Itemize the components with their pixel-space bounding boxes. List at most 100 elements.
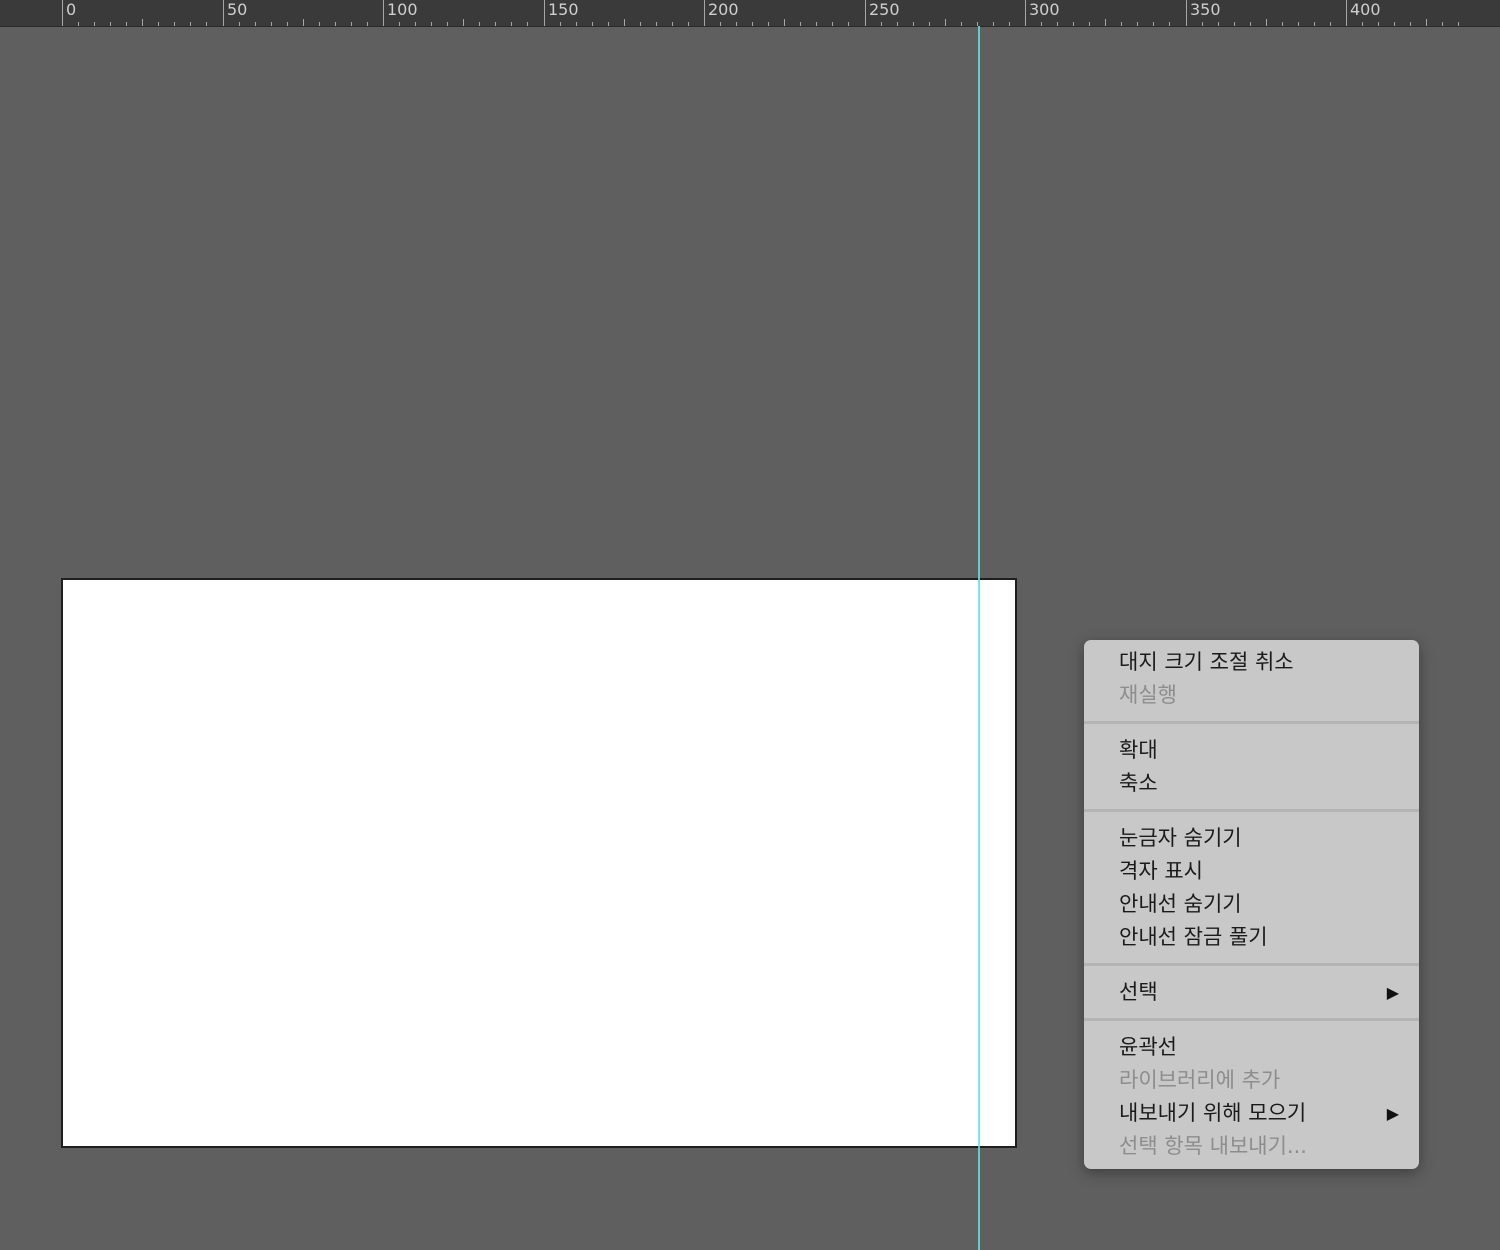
ruler-tick	[319, 22, 320, 26]
ruler-tick	[608, 22, 609, 26]
ruler-label: 300	[1029, 0, 1060, 19]
ruler-tick	[1218, 22, 1219, 26]
ruler-tick	[913, 22, 914, 26]
menu-item-export-selection[interactable]: 선택 항목 내보내기...	[1084, 1130, 1419, 1163]
ruler-tick	[479, 22, 480, 26]
menu-item-hide-guides[interactable]: 안내선 숨기기	[1084, 888, 1419, 921]
ruler-tick	[335, 22, 336, 26]
ruler-tick	[1025, 0, 1026, 26]
ruler-tick	[784, 19, 785, 26]
ruler-tick	[961, 22, 962, 26]
menu-separator	[1084, 963, 1419, 966]
ruler-tick	[640, 22, 641, 26]
menu-item-redo[interactable]: 재실행	[1084, 679, 1419, 712]
ruler-tick	[736, 22, 737, 26]
ruler-tick	[945, 19, 946, 26]
ruler-tick	[720, 22, 721, 26]
ruler-tick	[223, 0, 224, 26]
context-menu: 대지 크기 조절 취소 재실행 확대 축소 눈금자 숨기기 격자 표시 안내선 …	[1084, 640, 1419, 1169]
ruler-tick	[190, 22, 191, 26]
ruler-tick	[1410, 22, 1411, 26]
ruler-label: 400	[1350, 0, 1381, 19]
ruler-label: 150	[548, 0, 579, 19]
ruler-tick	[1186, 0, 1187, 26]
ruler-tick	[287, 22, 288, 26]
ruler-label: 250	[869, 0, 900, 19]
ruler-tick	[832, 22, 833, 26]
ruler-tick	[1314, 22, 1315, 26]
ruler-label: 350	[1190, 0, 1221, 19]
ruler-tick	[672, 22, 673, 26]
ruler-label: 100	[387, 0, 418, 19]
ruler-tick	[544, 0, 545, 26]
ruler-tick	[174, 22, 175, 26]
ruler-tick	[1169, 22, 1170, 26]
horizontal-ruler[interactable]: 0 50 100 150 200 250 300 350 400	[0, 0, 1500, 27]
ruler-tick	[431, 22, 432, 26]
submenu-arrow-icon: ▶	[1386, 1104, 1399, 1123]
ruler-tick	[929, 22, 930, 26]
ruler-tick	[255, 22, 256, 26]
ruler-tick	[881, 22, 882, 26]
ruler-tick	[383, 0, 384, 26]
menu-group-select: 선택 ▶	[1084, 976, 1419, 1009]
ruler-tick	[688, 22, 689, 26]
ruler-tick	[463, 19, 464, 26]
ruler-tick	[592, 22, 593, 26]
ruler-label: 200	[708, 0, 739, 19]
ruler-tick	[816, 22, 817, 26]
menu-item-select[interactable]: 선택 ▶	[1084, 976, 1419, 1009]
ruler-tick	[142, 19, 143, 26]
ruler-tick	[1202, 22, 1203, 26]
ruler-tick	[1362, 22, 1363, 26]
ruler-tick	[1378, 22, 1379, 26]
ruler-tick	[1073, 22, 1074, 26]
ruler-label: 0	[66, 0, 77, 19]
ruler-tick	[1009, 22, 1010, 26]
ruler-tick	[351, 22, 352, 26]
ruler-tick	[865, 0, 866, 26]
menu-item-zoom-out[interactable]: 축소	[1084, 767, 1419, 800]
menu-item-collect-for-export[interactable]: 내보내기 위해 모으기 ▶	[1084, 1097, 1419, 1130]
ruler-tick	[848, 22, 849, 26]
ruler-tick	[1089, 22, 1090, 26]
menu-group-export: 윤곽선 라이브러리에 추가 내보내기 위해 모으기 ▶ 선택 항목 내보내기..…	[1084, 1031, 1419, 1163]
ruler-tick	[1442, 22, 1443, 26]
ruler-tick	[206, 22, 207, 26]
vertical-guide-line[interactable]	[978, 26, 980, 1250]
menu-item-hide-rulers[interactable]: 눈금자 숨기기	[1084, 822, 1419, 855]
ruler-tick	[271, 22, 272, 26]
menu-item-collect-for-export-label: 내보내기 위해 모으기	[1119, 1101, 1307, 1125]
menu-item-undo-artboard-resize[interactable]: 대지 크기 조절 취소	[1084, 646, 1419, 679]
ruler-label: 50	[227, 0, 248, 19]
ruler-tick	[1057, 22, 1058, 26]
ruler-tick	[158, 22, 159, 26]
ruler-tick	[1298, 22, 1299, 26]
ruler-tick	[1153, 22, 1154, 26]
ruler-tick	[1426, 19, 1427, 26]
menu-item-unlock-guides[interactable]: 안내선 잠금 풀기	[1084, 921, 1419, 954]
ruler-tick	[527, 22, 528, 26]
ruler-tick	[993, 22, 994, 26]
ruler-tick	[1041, 22, 1042, 26]
ruler-tick	[704, 0, 705, 26]
artboard[interactable]	[61, 578, 1017, 1148]
ruler-tick	[78, 22, 79, 26]
ruler-tick	[897, 22, 898, 26]
ruler-tick	[447, 22, 448, 26]
ruler-tick	[1394, 22, 1395, 26]
menu-separator	[1084, 809, 1419, 812]
ruler-tick	[110, 22, 111, 26]
menu-item-select-label: 선택	[1119, 980, 1158, 1004]
ruler-tick	[367, 22, 368, 26]
menu-item-add-to-library[interactable]: 라이브러리에 추가	[1084, 1064, 1419, 1097]
ruler-tick	[1266, 19, 1267, 26]
ruler-tick	[576, 22, 577, 26]
menu-item-show-grid[interactable]: 격자 표시	[1084, 855, 1419, 888]
menu-separator	[1084, 1018, 1419, 1021]
menu-group-undo-redo: 대지 크기 조절 취소 재실행	[1084, 646, 1419, 712]
menu-item-zoom-in[interactable]: 확대	[1084, 734, 1419, 767]
menu-group-view: 눈금자 숨기기 격자 표시 안내선 숨기기 안내선 잠금 풀기	[1084, 822, 1419, 954]
menu-item-outline[interactable]: 윤곽선	[1084, 1031, 1419, 1064]
ruler-tick	[768, 22, 769, 26]
